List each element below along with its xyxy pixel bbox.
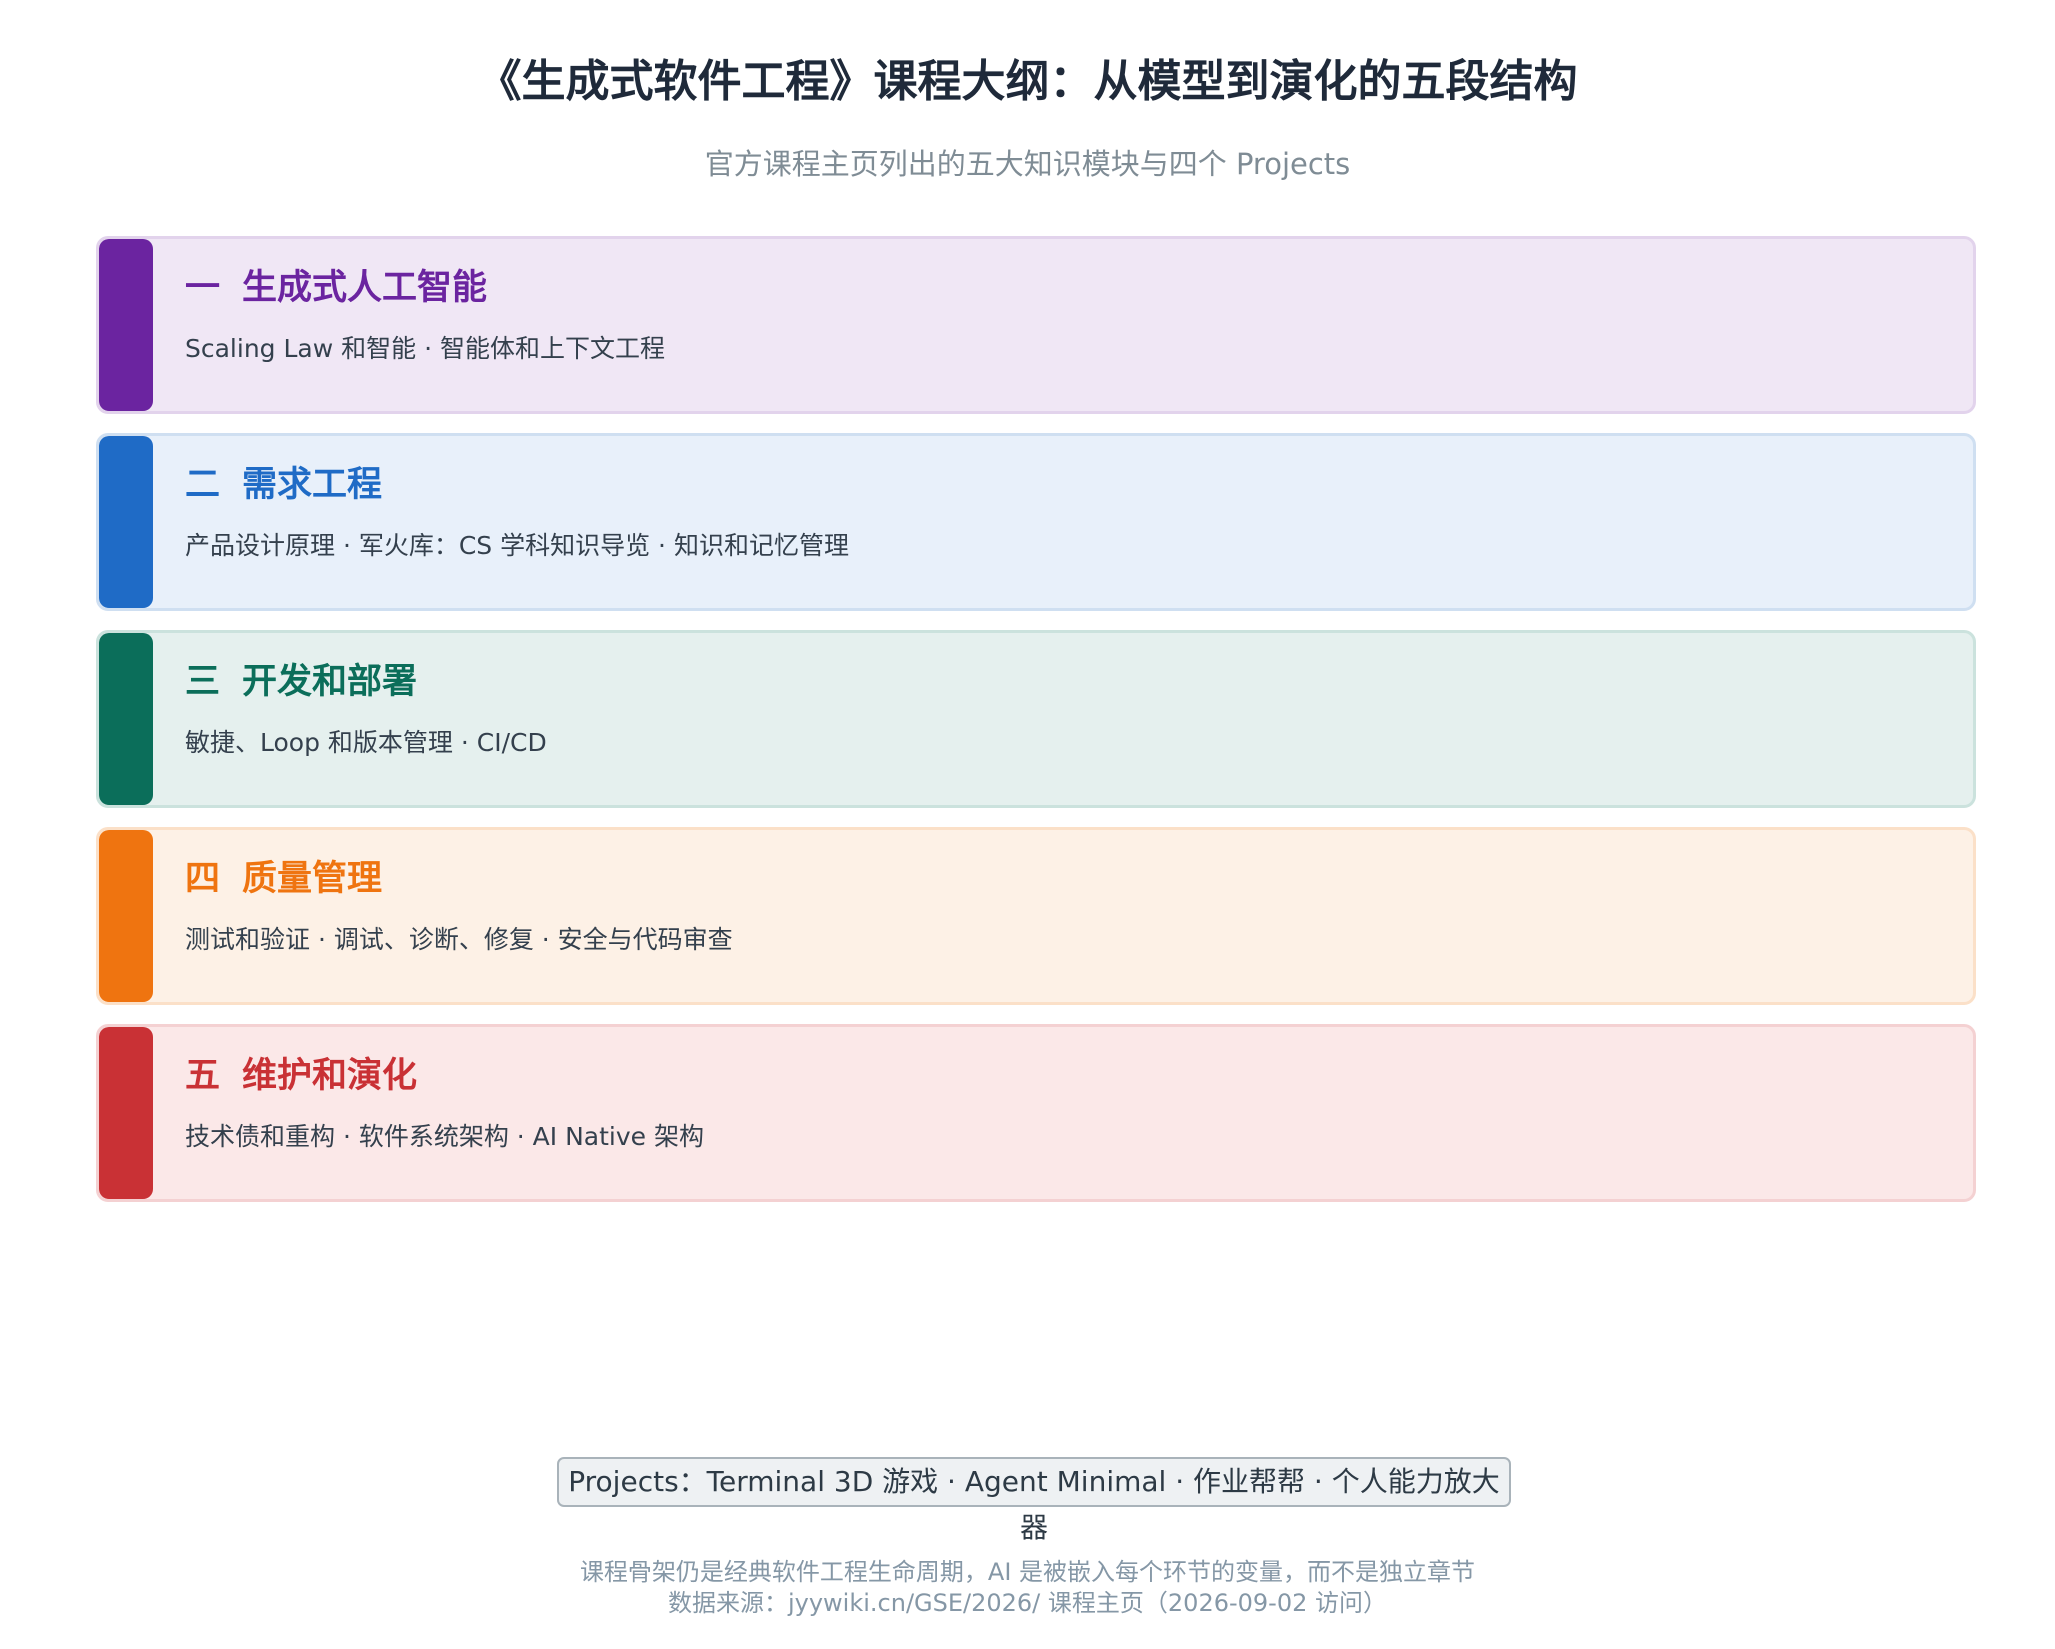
module-topics: 技术债和重构 · 软件系统架构 · AI Native 架构 (185, 1122, 704, 1151)
module-title: 五维护和演化 (185, 1053, 417, 1099)
source-note: 数据来源：jyywiki.cn/GSE/2026/ 课程主页（2026-09-0… (667, 1589, 1388, 1617)
module-card-4: 四质量管理 测试和验证 · 调试、诊断、修复 · 安全与代码审查 (96, 827, 1976, 1005)
module-accent-bar (99, 830, 153, 1002)
module-card-1: 一生成式人工智能 Scaling Law 和智能 · 智能体和上下文工程 (96, 236, 1976, 414)
page-title: 《生成式软件工程》课程大纲：从模型到演化的五段结构 (477, 56, 1578, 107)
module-name: 质量管理 (242, 859, 383, 899)
module-number: 四 (185, 859, 221, 899)
module-title: 二需求工程 (185, 462, 382, 508)
module-accent-bar (99, 633, 153, 805)
module-accent-bar (99, 239, 153, 411)
module-accent-bar (99, 436, 153, 608)
module-card-5: 五维护和演化 技术债和重构 · 软件系统架构 · AI Native 架构 (96, 1024, 1976, 1202)
module-topics: 产品设计原理 · 军火库：CS 学科知识导览 · 知识和记忆管理 (185, 531, 849, 560)
module-number: 五 (185, 1056, 221, 1096)
summary-note: 课程骨架仍是经典软件工程生命周期，AI 是被嵌入每个环节的变量，而不是独立章节 (579, 1558, 1476, 1586)
module-card-3: 三开发和部署 敏捷、Loop 和版本管理 · CI/CD (96, 630, 1976, 808)
module-title: 三开发和部署 (185, 659, 417, 705)
module-number: 三 (185, 662, 221, 702)
module-number: 一 (185, 268, 221, 308)
module-title: 四质量管理 (185, 856, 382, 902)
module-number: 二 (185, 465, 221, 505)
module-topics: 测试和验证 · 调试、诊断、修复 · 安全与代码审查 (185, 925, 733, 954)
projects-box: Projects：Terminal 3D 游戏 · Agent Minimal … (557, 1457, 1511, 1544)
module-name: 需求工程 (242, 465, 383, 505)
module-name: 生成式人工智能 (242, 268, 488, 308)
module-title: 一生成式人工智能 (185, 265, 487, 311)
page-subtitle: 官方课程主页列出的五大知识模块与四个 Projects (704, 147, 1351, 181)
module-name: 维护和演化 (242, 1056, 418, 1096)
module-topics: Scaling Law 和智能 · 智能体和上下文工程 (185, 334, 665, 363)
module-topics: 敏捷、Loop 和版本管理 · CI/CD (185, 728, 547, 757)
module-card-2: 二需求工程 产品设计原理 · 军火库：CS 学科知识导览 · 知识和记忆管理 (96, 433, 1976, 611)
module-accent-bar (99, 1027, 153, 1199)
module-name: 开发和部署 (242, 662, 418, 702)
module-list: 一生成式人工智能 Scaling Law 和智能 · 智能体和上下文工程 二需求… (96, 236, 1976, 1221)
